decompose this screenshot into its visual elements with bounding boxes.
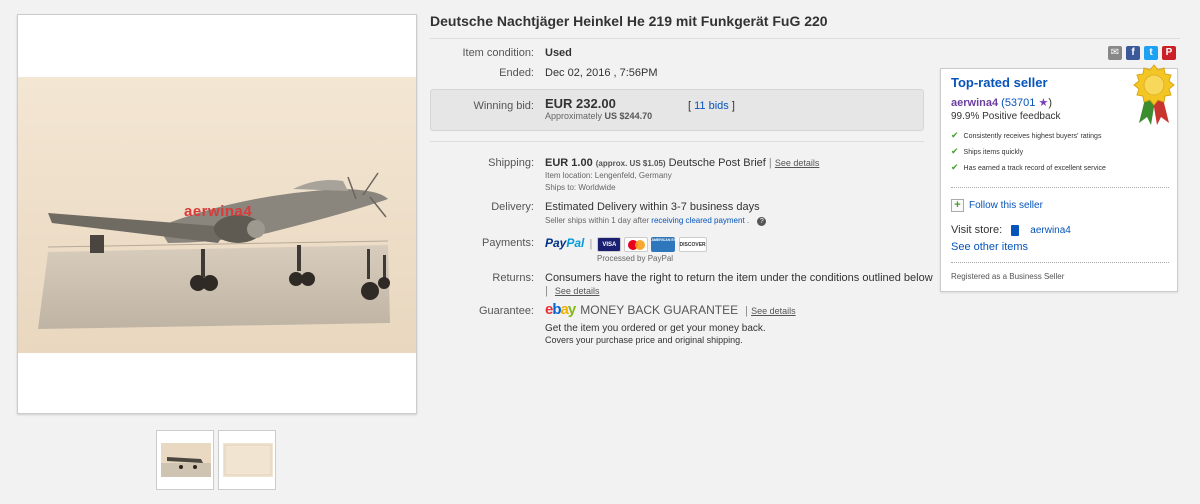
check-icon: ✔: [951, 162, 959, 172]
returns-see-details: | See details: [545, 285, 600, 297]
thumbnail-2[interactable]: [218, 430, 276, 490]
ended-label: Ended:: [499, 67, 534, 79]
feedback-score-link[interactable]: (53701: [1001, 97, 1035, 109]
help-icon[interactable]: ?: [757, 217, 767, 226]
pinterest-share-icon[interactable]: P: [1162, 46, 1176, 60]
processed-by-paypal: Processed by PayPal: [597, 254, 674, 263]
shipping-cost: EUR 1.00: [545, 157, 593, 169]
title-divider: [430, 38, 1180, 39]
winning-bid-label: Winning bid:: [473, 100, 534, 112]
store-icon: [1011, 224, 1020, 236]
guarantee-line-1: Get the item you ordered or get your mon…: [545, 323, 766, 334]
seller-bullet-1: ✔ Consistently receives highest buyers' r…: [951, 130, 1102, 141]
returns-value: Consumers have the right to return the i…: [545, 272, 933, 284]
bids-link[interactable]: 11 bids: [694, 100, 729, 112]
photo-watermark: aerwina4: [184, 203, 253, 220]
thumbnail-strip: [156, 430, 276, 492]
check-icon: ✔: [951, 130, 959, 140]
visa-card-icon: VISA: [597, 236, 622, 252]
seller-name-row: aerwina4 (53701 ★): [951, 97, 1053, 109]
other-items-row: See other items: [951, 241, 1028, 253]
follow-seller-link[interactable]: Follow this seller: [969, 200, 1043, 211]
shipping-approx: (approx. US $1.05): [595, 159, 666, 168]
winning-bid-value: EUR 232.00: [545, 96, 616, 111]
condition-label: Item condition:: [462, 47, 534, 59]
thumbnail-image-2: [223, 443, 273, 477]
seller-info-card: Top-rated seller aerwina4 (53701 ★) 99.9…: [940, 64, 1178, 292]
payments-label: Payments:: [482, 237, 534, 249]
approx-value: US $244.70: [604, 111, 653, 121]
thumbnail-image-1: [161, 443, 211, 477]
condition-value: Used: [545, 47, 572, 59]
seller-divider-2: [951, 262, 1169, 263]
seller-bullet-3: ✔ Has earned a track record of excellent …: [951, 162, 1106, 173]
top-rated-badge-icon: [1133, 64, 1175, 125]
money-back-guarantee: MONEY BACK GUARANTEE: [580, 303, 739, 317]
facebook-share-icon[interactable]: f: [1126, 46, 1140, 60]
delivery-note-prefix: Seller ships within 1 day after: [545, 216, 650, 225]
visit-store-row: Visit store: aerwina4: [951, 224, 1071, 236]
registered-business-seller: Registered as a Business Seller: [951, 272, 1065, 281]
bids-count[interactable]: [ 11 bids ]: [688, 100, 735, 112]
guarantee-see-details-link[interactable]: See details: [751, 306, 796, 316]
store-name-link[interactable]: aerwina4: [1030, 225, 1071, 236]
ended-value: Dec 02, 2016 , 7:56PM: [545, 67, 658, 79]
delivery-label: Delivery:: [491, 201, 534, 213]
approx-price: Approximately US $244.70: [545, 111, 652, 121]
shipping-service: Deutsche Post Brief: [668, 157, 766, 169]
seller-name-link[interactable]: aerwina4: [951, 97, 998, 109]
main-photo-panel[interactable]: aerwina4: [17, 14, 417, 414]
follow-seller-row[interactable]: + Follow this seller: [951, 199, 1043, 212]
star-icon: ★: [1038, 97, 1049, 109]
discover-card-icon: DISCOVER: [678, 236, 707, 252]
check-icon: ✔: [951, 146, 959, 156]
approx-prefix: Approximately: [545, 111, 603, 121]
thumbnail-1[interactable]: [156, 430, 214, 490]
ebay-logo: ebay: [545, 301, 576, 318]
page-title: Deutsche Nachtjäger Heinkel He 219 mit F…: [430, 13, 828, 29]
payment-methods: PayPal | VISA AMERICAN EXPRESS DISCOVER: [545, 236, 707, 252]
see-other-items-link[interactable]: See other items: [951, 241, 1028, 253]
shipping-label: Shipping:: [488, 157, 534, 169]
guarantee-value: ebay MONEY BACK GUARANTEE | See details: [545, 301, 796, 318]
guarantee-label: Guarantee:: [478, 305, 534, 317]
cleared-payment-link[interactable]: receiving cleared payment: [651, 216, 744, 225]
guarantee-line-2: Covers your purchase price and original …: [545, 335, 743, 345]
visit-store-label: Visit store:: [951, 224, 1003, 236]
shipping-see-details-link[interactable]: See details: [775, 158, 820, 168]
delivery-value: Estimated Delivery within 3-7 business d…: [545, 201, 760, 213]
ships-to: Ships to: Worldwide: [545, 183, 616, 192]
plus-icon: +: [951, 199, 964, 212]
seller-bullet-2: ✔ Ships items quickly: [951, 146, 1024, 157]
shipping-value: EUR 1.00 (approx. US $1.05) Deutsche Pos…: [545, 157, 820, 169]
twitter-share-icon[interactable]: t: [1144, 46, 1158, 60]
returns-see-details-link[interactable]: See details: [555, 286, 600, 296]
bid-divider: [430, 141, 924, 142]
positive-feedback: 99.9% Positive feedback: [951, 111, 1061, 122]
seller-divider-1: [951, 187, 1169, 188]
item-location: Item location: Lengenfeld, Germany: [545, 171, 672, 180]
top-rated-seller-heading: Top-rated seller: [951, 75, 1048, 90]
email-share-icon[interactable]: ✉: [1108, 46, 1122, 60]
mastercard-card-icon: [624, 236, 649, 252]
delivery-note: Seller ships within 1 day after receivin…: [545, 216, 767, 226]
amex-card-icon: AMERICAN EXPRESS: [651, 236, 688, 252]
returns-label: Returns:: [492, 272, 534, 284]
paypal-logo: PayPal: [545, 236, 585, 250]
